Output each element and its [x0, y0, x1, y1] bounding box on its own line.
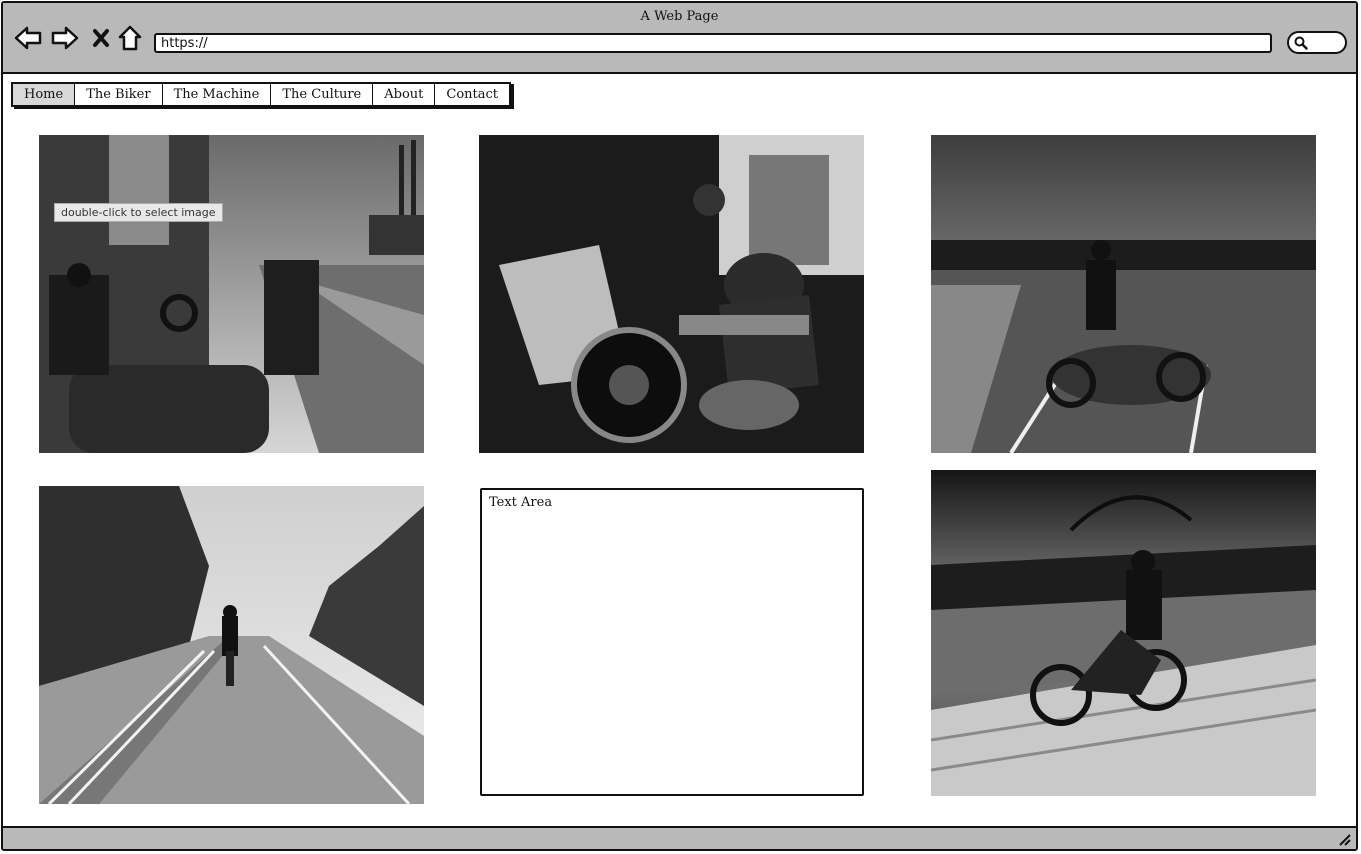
menu-item-about[interactable]: About — [373, 84, 436, 105]
text-area[interactable]: Text Area — [480, 488, 864, 796]
search-field[interactable] — [1287, 31, 1347, 54]
image-select-tooltip: double-click to select image — [54, 203, 223, 222]
photo-bikers-industrial — [39, 135, 424, 453]
browser-window: A Web Page https:// Home The Biker The M… — [1, 1, 1358, 851]
forward-arrow-icon — [51, 26, 79, 50]
resize-grip-icon[interactable] — [1338, 833, 1352, 847]
main-menu: Home The Biker The Machine The Culture A… — [11, 82, 512, 107]
photo-road-rider — [39, 486, 424, 804]
menu-item-home[interactable]: Home — [13, 84, 76, 105]
browser-toolbar: A Web Page https:// — [3, 3, 1356, 74]
close-x-icon — [93, 29, 109, 47]
menu-item-the-machine[interactable]: The Machine — [163, 84, 272, 105]
home-button[interactable] — [115, 23, 145, 53]
image-sidecar-rider[interactable] — [931, 135, 1316, 453]
back-arrow-icon — [14, 26, 42, 50]
search-icon — [1294, 36, 1308, 50]
image-bikers-industrial[interactable] — [39, 135, 424, 453]
menu-item-contact[interactable]: Contact — [435, 84, 509, 105]
back-button[interactable] — [13, 23, 43, 53]
photo-chopper-rider — [931, 470, 1316, 796]
home-icon — [118, 25, 142, 51]
image-chopper-rider[interactable] — [931, 470, 1316, 796]
url-input[interactable]: https:// — [154, 33, 1272, 53]
image-road-rider[interactable] — [39, 486, 424, 804]
forward-button[interactable] — [50, 23, 80, 53]
menu-item-the-culture[interactable]: The Culture — [271, 84, 374, 105]
window-title: A Web Page — [640, 9, 719, 24]
status-bar — [3, 826, 1356, 849]
photo-machine-workshop — [479, 135, 864, 453]
menu-item-the-biker[interactable]: The Biker — [75, 84, 163, 105]
stop-button[interactable] — [86, 23, 116, 53]
image-machine-workshop[interactable] — [479, 135, 864, 453]
photo-sidecar-rider — [931, 135, 1316, 453]
